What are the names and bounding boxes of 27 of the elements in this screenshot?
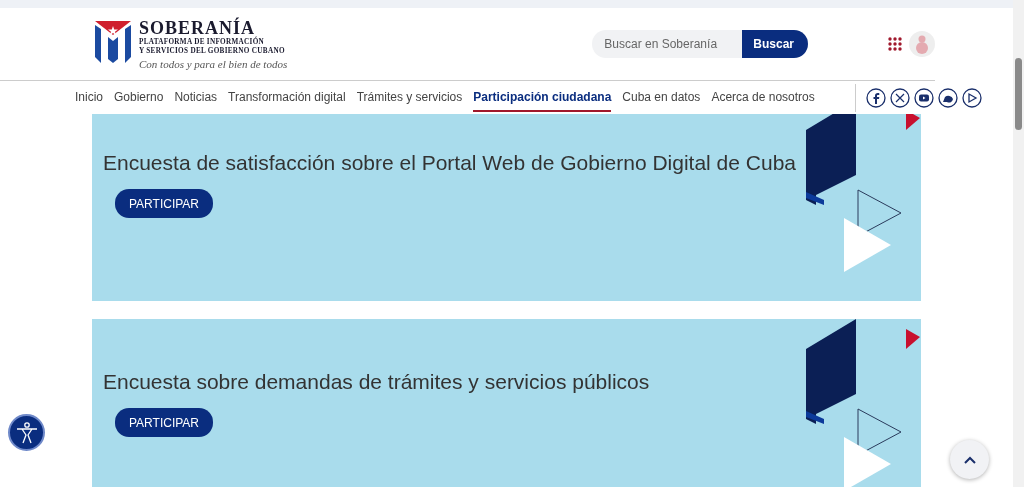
apps-grid-icon[interactable] [888,37,902,51]
search-field[interactable]: Buscar en Soberanía [592,30,743,58]
survey-title: Encuesta de satisfacción sobre el Portal Web de Gobierno Digital de Cuba [103,151,796,175]
play-icon[interactable] [961,87,982,108]
nav-link[interactable]: Noticias [174,83,218,112]
flag-shield-icon [95,20,131,63]
accessibility-button[interactable] [8,414,45,451]
chat-icon[interactable] [937,87,958,108]
survey-title: Encuesta sobre demandas de trámites y servicios públicos [103,370,650,394]
nav-link[interactable]: Participación ciudadana [473,83,612,112]
participate-button[interactable]: PARTICIPAR [115,408,213,437]
logo-title: SOBERANÍA [139,18,256,38]
nav-link[interactable]: Transformación digital [228,83,346,112]
chevron-up-icon [963,455,976,464]
nav-link[interactable]: Trámites y servicios [356,83,463,112]
participate-button[interactable]: PARTICIPAR [115,189,213,218]
logo-tagline: Con todos y para el bien de todos [139,57,288,70]
nav-link[interactable]: Gobierno [114,83,164,112]
nav-link[interactable]: Cuba en datos [622,83,701,112]
scrollbar[interactable] [1013,0,1024,487]
x-icon[interactable] [889,87,910,108]
nav-link[interactable]: Inicio [75,83,103,112]
facebook-icon[interactable] [865,87,886,108]
search-button[interactable]: Buscar [742,30,808,58]
back-to-top-button[interactable] [950,440,989,479]
youtube-icon[interactable] [913,87,934,108]
nav-link[interactable]: Acerca de nosotros [711,83,815,112]
